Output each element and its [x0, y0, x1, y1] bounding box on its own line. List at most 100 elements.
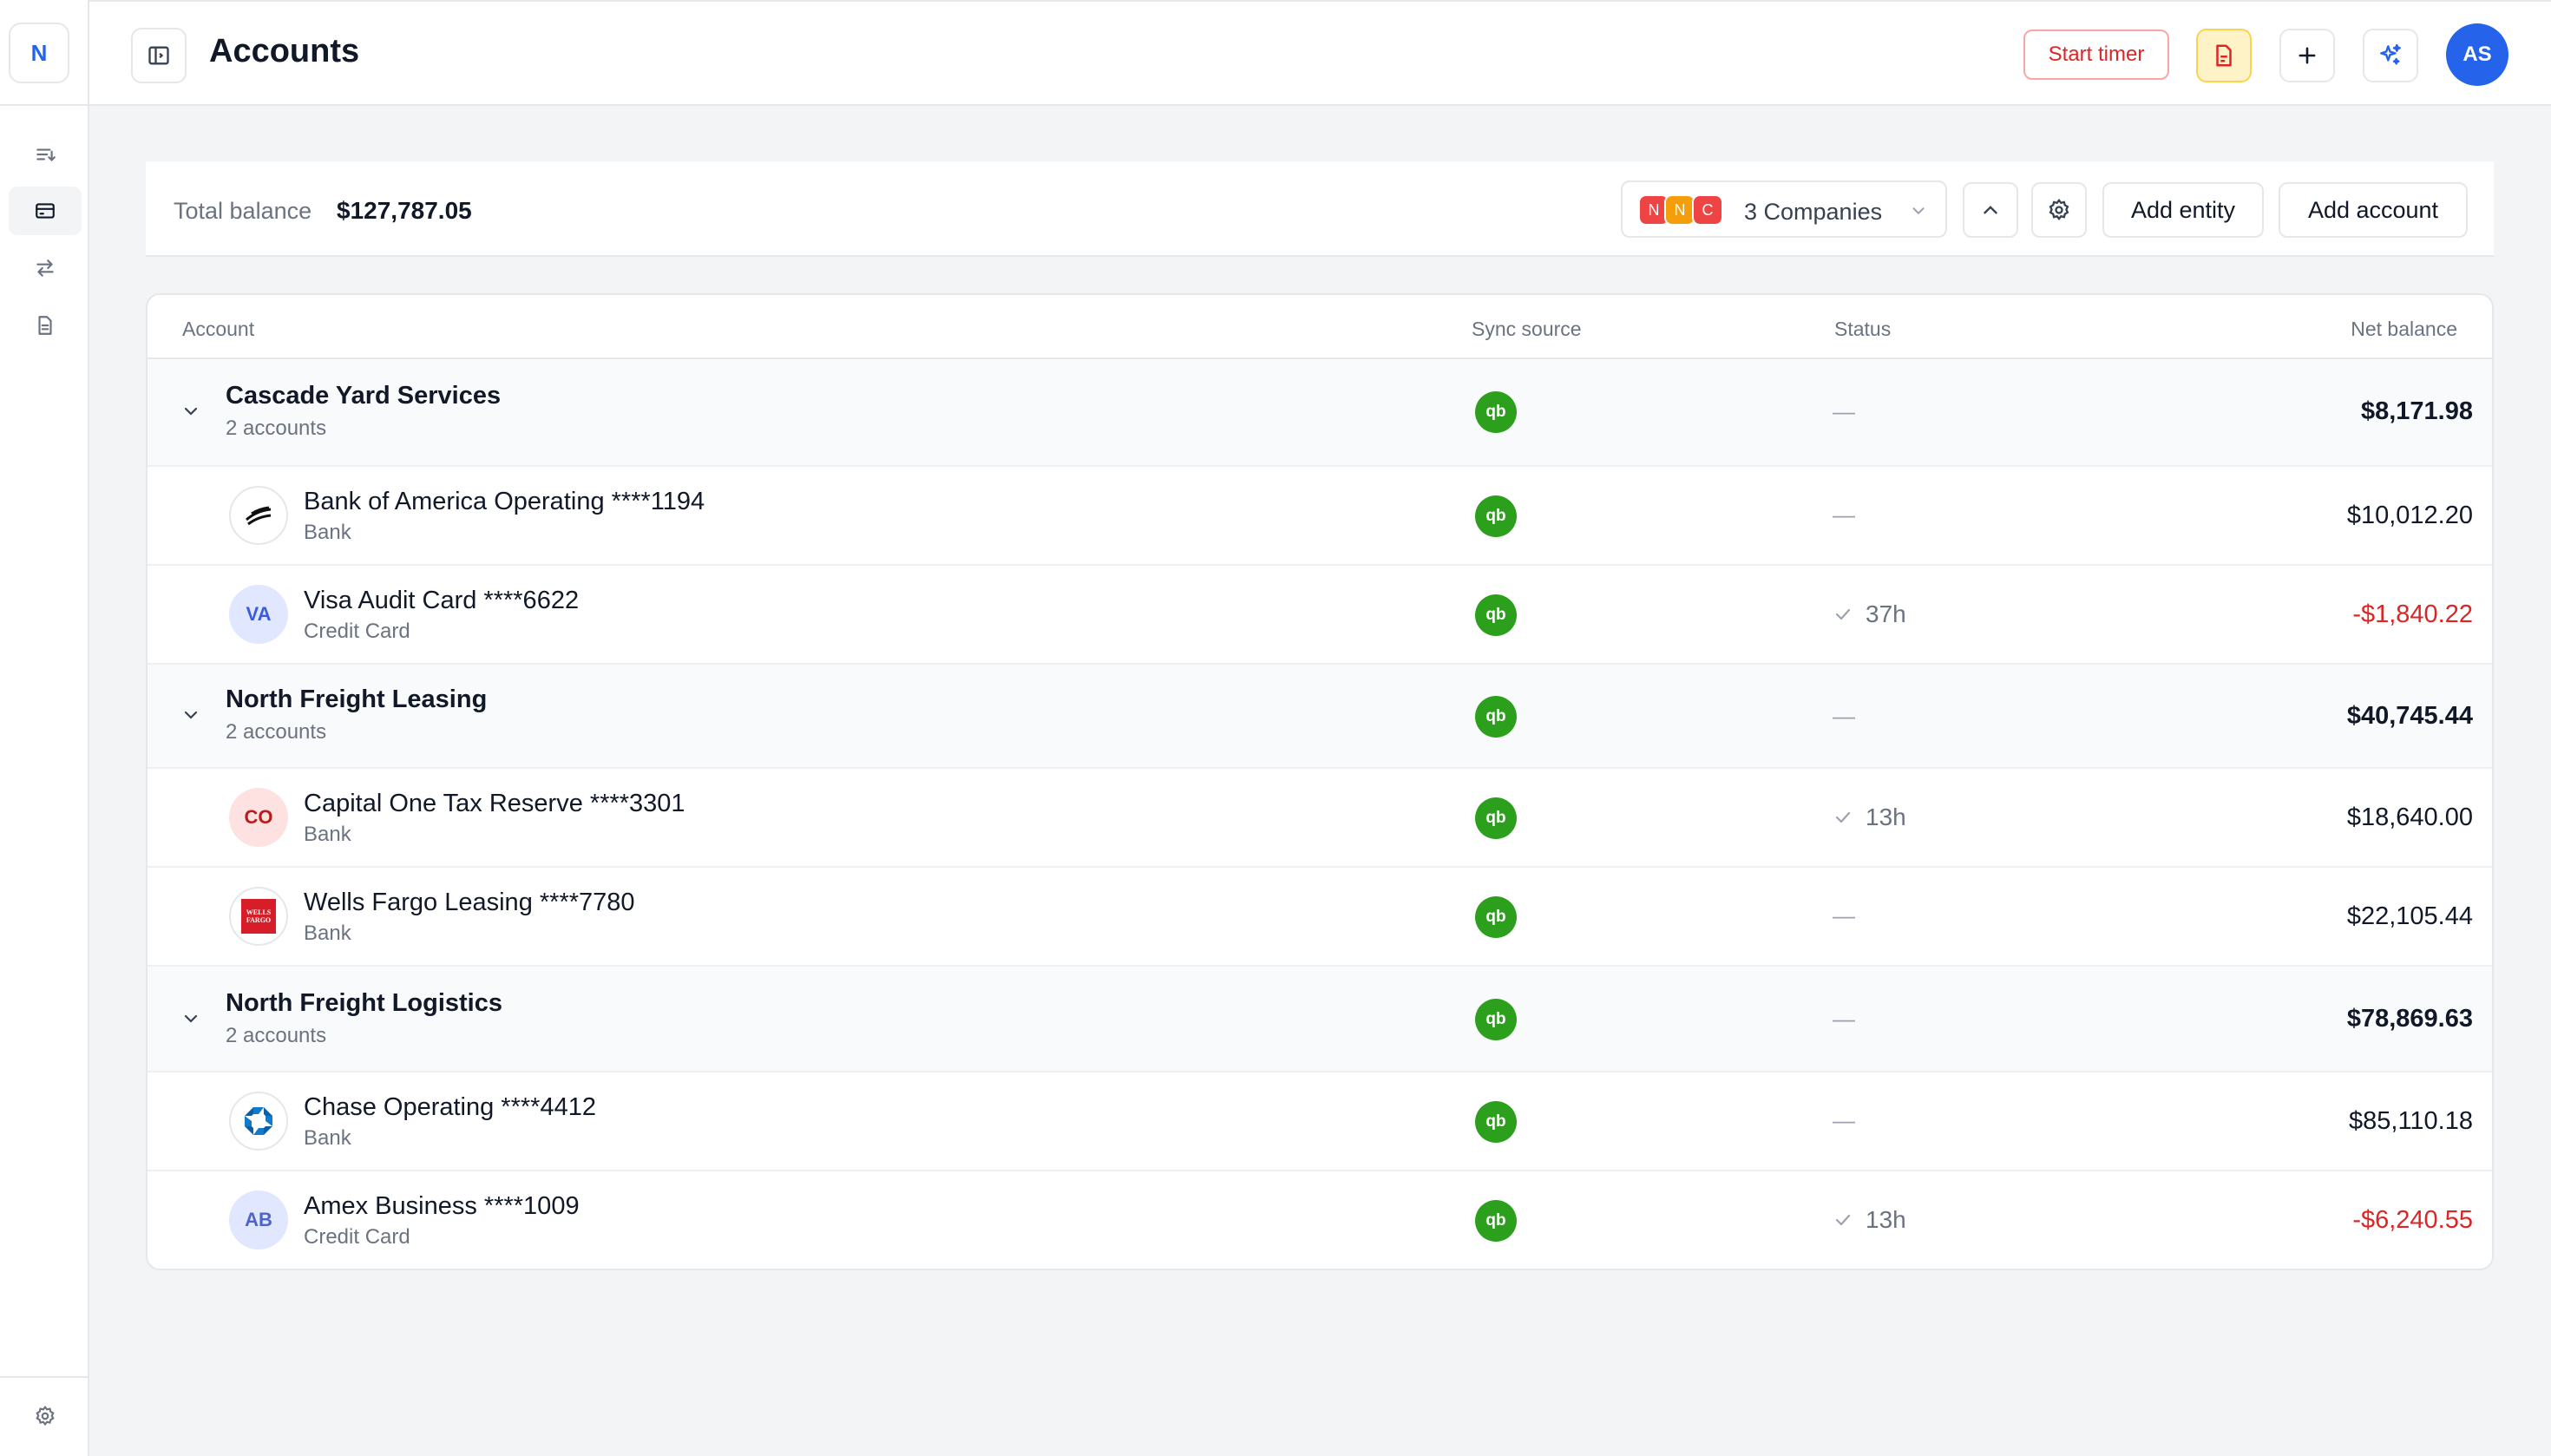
account-row[interactable]: WELLS FARGO Wells Fargo Leasing ****7780… — [148, 868, 2492, 967]
group-account-count: 2 accounts — [226, 1024, 327, 1047]
sync-status: 13h — [1833, 1206, 1906, 1234]
account-initials-avatar: AB — [229, 1190, 288, 1249]
net-balance-value: $40,745.44 — [2346, 702, 2473, 730]
account-initials-avatar: VA — [229, 585, 288, 644]
column-header-net-balance[interactable]: Net balance — [2351, 318, 2457, 341]
quickbooks-sync-icon: qb — [1475, 696, 1517, 738]
sidebar-item-accounts[interactable] — [9, 187, 82, 235]
account-name: Wells Fargo Leasing ****7780 — [304, 889, 635, 916]
net-balance-value: $22,105.44 — [2346, 902, 2473, 930]
settings-button[interactable] — [2031, 182, 2087, 238]
column-header-sync-source[interactable]: Sync source — [1472, 318, 1582, 341]
account-name: Amex Business ****1009 — [304, 1192, 580, 1220]
chase-octagon-icon — [245, 1107, 272, 1135]
check-icon — [1835, 811, 1851, 823]
status-value: — — [1833, 703, 1855, 729]
chevron-down-icon[interactable] — [180, 705, 201, 725]
credit-card-icon — [36, 203, 55, 219]
account-row[interactable]: CO Capital One Tax Reserve ****3301 Bank… — [148, 769, 2492, 868]
quickbooks-sync-icon: qb — [1475, 896, 1517, 938]
chevron-down-icon[interactable] — [180, 1008, 201, 1029]
user-avatar[interactable]: AS — [2446, 23, 2508, 86]
sync-status: 13h — [1833, 803, 1906, 831]
accounts-table: Account Sync source Status Net balance C… — [146, 293, 2494, 1270]
account-row[interactable]: VA Visa Audit Card ****6622 Credit Card … — [148, 566, 2492, 665]
sidebar-item-activity[interactable] — [9, 130, 82, 179]
bank-of-america-flag-icon — [246, 506, 272, 526]
net-balance-value: $85,110.18 — [2349, 1107, 2473, 1135]
bank-of-america-logo — [229, 486, 288, 545]
account-row[interactable]: Chase Operating ****4412 Bank qb — $85,1… — [148, 1072, 2492, 1171]
chevron-up-icon — [1984, 206, 1997, 214]
gear-icon — [2049, 199, 2069, 221]
company-chip: C — [1692, 194, 1723, 226]
chevron-down-icon — [1912, 207, 1925, 215]
quickbooks-sync-icon: qb — [1475, 391, 1517, 433]
check-icon — [1835, 1214, 1851, 1226]
check-icon — [1835, 608, 1851, 620]
group-account-count: 2 accounts — [226, 720, 327, 744]
wells-fargo-logo-mark: WELLS FARGO — [241, 899, 276, 934]
sidebar-item-settings[interactable] — [9, 1392, 82, 1440]
net-balance-value: $18,640.00 — [2346, 803, 2473, 831]
chevron-down-icon[interactable] — [180, 401, 201, 422]
panel-left-icon — [148, 46, 169, 65]
account-type: Bank — [304, 921, 351, 945]
total-balance-label: Total balance — [174, 198, 312, 224]
list-filter-icon — [36, 148, 56, 162]
status-value: — — [1833, 398, 1855, 424]
net-balance-value: -$6,240.55 — [2352, 1206, 2473, 1234]
net-balance-value: -$1,840.22 — [2352, 600, 2473, 628]
account-type: Bank — [304, 521, 351, 544]
account-initials-avatar: CO — [229, 788, 288, 847]
balance-bar: Total balance $127,787.05 N N C 3 Compan… — [146, 161, 2494, 257]
status-value: — — [1833, 1006, 1855, 1032]
group-row-north-freight-leasing[interactable]: North Freight Leasing 2 accounts qb — $4… — [148, 665, 2492, 769]
add-entity-button[interactable]: Add entity — [2102, 182, 2264, 238]
group-name: North Freight Logistics — [226, 989, 502, 1017]
quickbooks-sync-icon: qb — [1475, 594, 1517, 636]
workspace-logo[interactable]: N — [9, 23, 69, 83]
sidebar: N — [0, 0, 89, 1456]
quickbooks-sync-icon: qb — [1475, 495, 1517, 537]
report-button[interactable] — [2196, 29, 2252, 82]
plus-icon — [2299, 47, 2316, 64]
quickbooks-sync-icon: qb — [1475, 797, 1517, 839]
company-chip: N — [1664, 194, 1695, 226]
column-header-account[interactable]: Account — [182, 318, 254, 341]
file-report-icon — [2216, 44, 2232, 67]
column-header-status[interactable]: Status — [1834, 318, 1891, 341]
sidebar-divider — [0, 1376, 88, 1378]
gear-icon — [36, 1405, 55, 1426]
group-name: Cascade Yard Services — [226, 382, 502, 410]
account-type: Bank — [304, 1126, 351, 1150]
status-value: — — [1833, 502, 1855, 528]
account-row[interactable]: Bank of America Operating ****1194 Bank … — [148, 467, 2492, 566]
arrows-swap-icon — [36, 259, 54, 277]
companies-filter-dropdown[interactable]: N N C 3 Companies — [1621, 180, 1947, 238]
account-type: Bank — [304, 823, 351, 846]
account-type: Credit Card — [304, 1225, 410, 1249]
sidebar-divider — [0, 104, 88, 106]
group-row-north-freight-logistics[interactable]: North Freight Logistics 2 accounts qb — … — [148, 967, 2492, 1072]
status-value: — — [1833, 1107, 1855, 1133]
group-row-cascade-yard-services[interactable]: Cascade Yard Services 2 accounts qb — $8… — [148, 359, 2492, 467]
group-name: North Freight Leasing — [226, 685, 488, 713]
net-balance-value: $78,869.63 — [2346, 1005, 2473, 1033]
account-name: Capital One Tax Reserve ****3301 — [304, 790, 685, 817]
add-account-button[interactable]: Add account — [2279, 182, 2468, 238]
sidebar-item-documents[interactable] — [9, 301, 82, 350]
account-type: Credit Card — [304, 620, 410, 643]
ai-assistant-button[interactable] — [2363, 29, 2418, 82]
sidebar-toggle-button[interactable] — [131, 28, 187, 83]
collapse-all-button[interactable] — [1963, 182, 2018, 238]
total-balance-value: $127,787.05 — [337, 197, 472, 224]
account-name: Chase Operating ****4412 — [304, 1093, 596, 1121]
start-timer-button[interactable]: Start timer — [2023, 30, 2169, 80]
sidebar-item-transfers[interactable] — [9, 244, 82, 292]
table-header: Account Sync source Status Net balance — [148, 295, 2492, 359]
status-value: 13h — [1866, 803, 1906, 830]
add-button[interactable] — [2279, 29, 2335, 82]
account-row[interactable]: AB Amex Business ****1009 Credit Card qb… — [148, 1171, 2492, 1269]
group-account-count: 2 accounts — [226, 416, 327, 440]
